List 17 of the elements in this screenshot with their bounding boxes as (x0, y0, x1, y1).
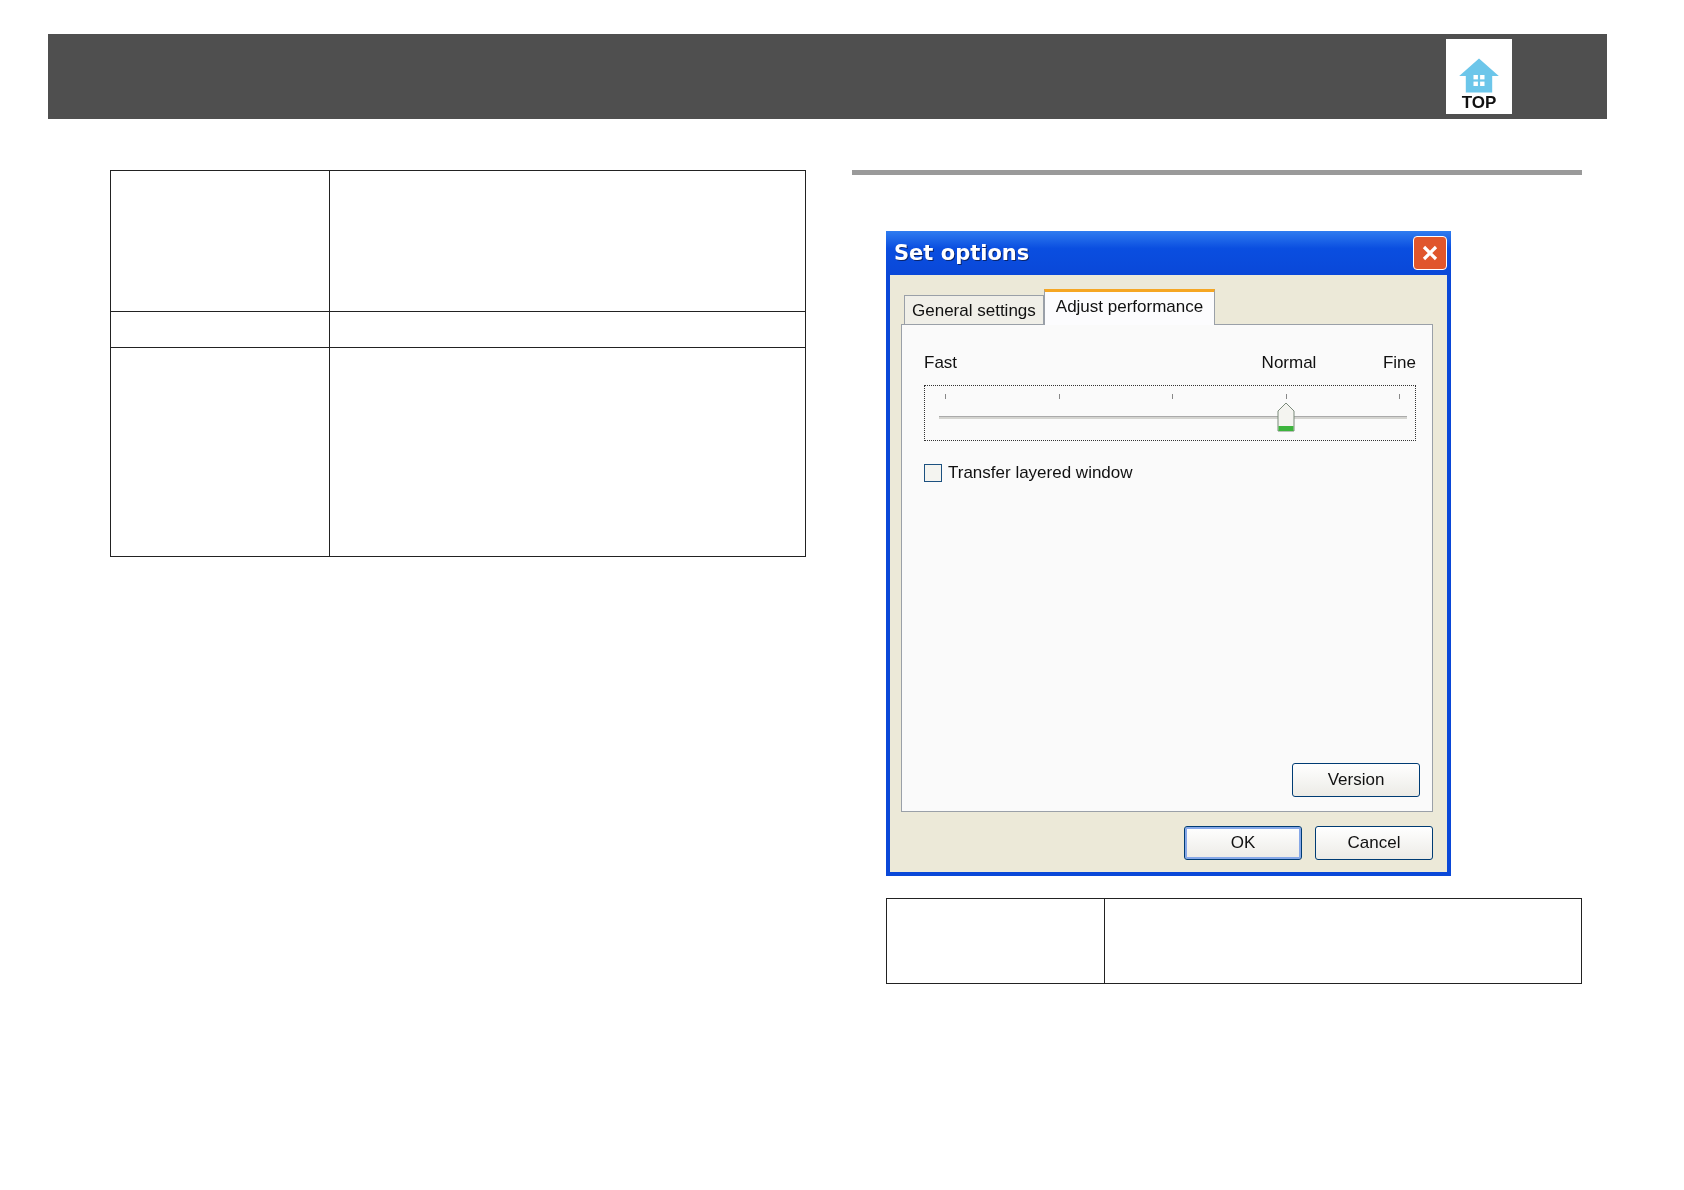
slider-label: Fast (924, 353, 958, 374)
house-icon (1457, 56, 1501, 94)
close-button[interactable] (1413, 236, 1447, 270)
slider[interactable] (924, 385, 1416, 441)
version-button[interactable]: Version (1292, 763, 1420, 797)
close-icon (1420, 243, 1440, 263)
slider-thumb[interactable] (1276, 402, 1295, 432)
slider-label: Fine (1382, 353, 1416, 374)
top-link[interactable]: TOP (1446, 39, 1512, 114)
checkbox-label: Transfer layered window (948, 463, 1133, 483)
window-title: Set options (893, 241, 1030, 265)
tab[interactable]: General settings (904, 295, 1044, 324)
slider-label: Normal (1261, 353, 1317, 373)
checkbox[interactable] (924, 464, 942, 482)
cancel-button[interactable]: Cancel (1315, 826, 1433, 860)
tab[interactable]: Adjust performance (1043, 289, 1216, 325)
ok-button[interactable]: OK (1184, 826, 1302, 860)
